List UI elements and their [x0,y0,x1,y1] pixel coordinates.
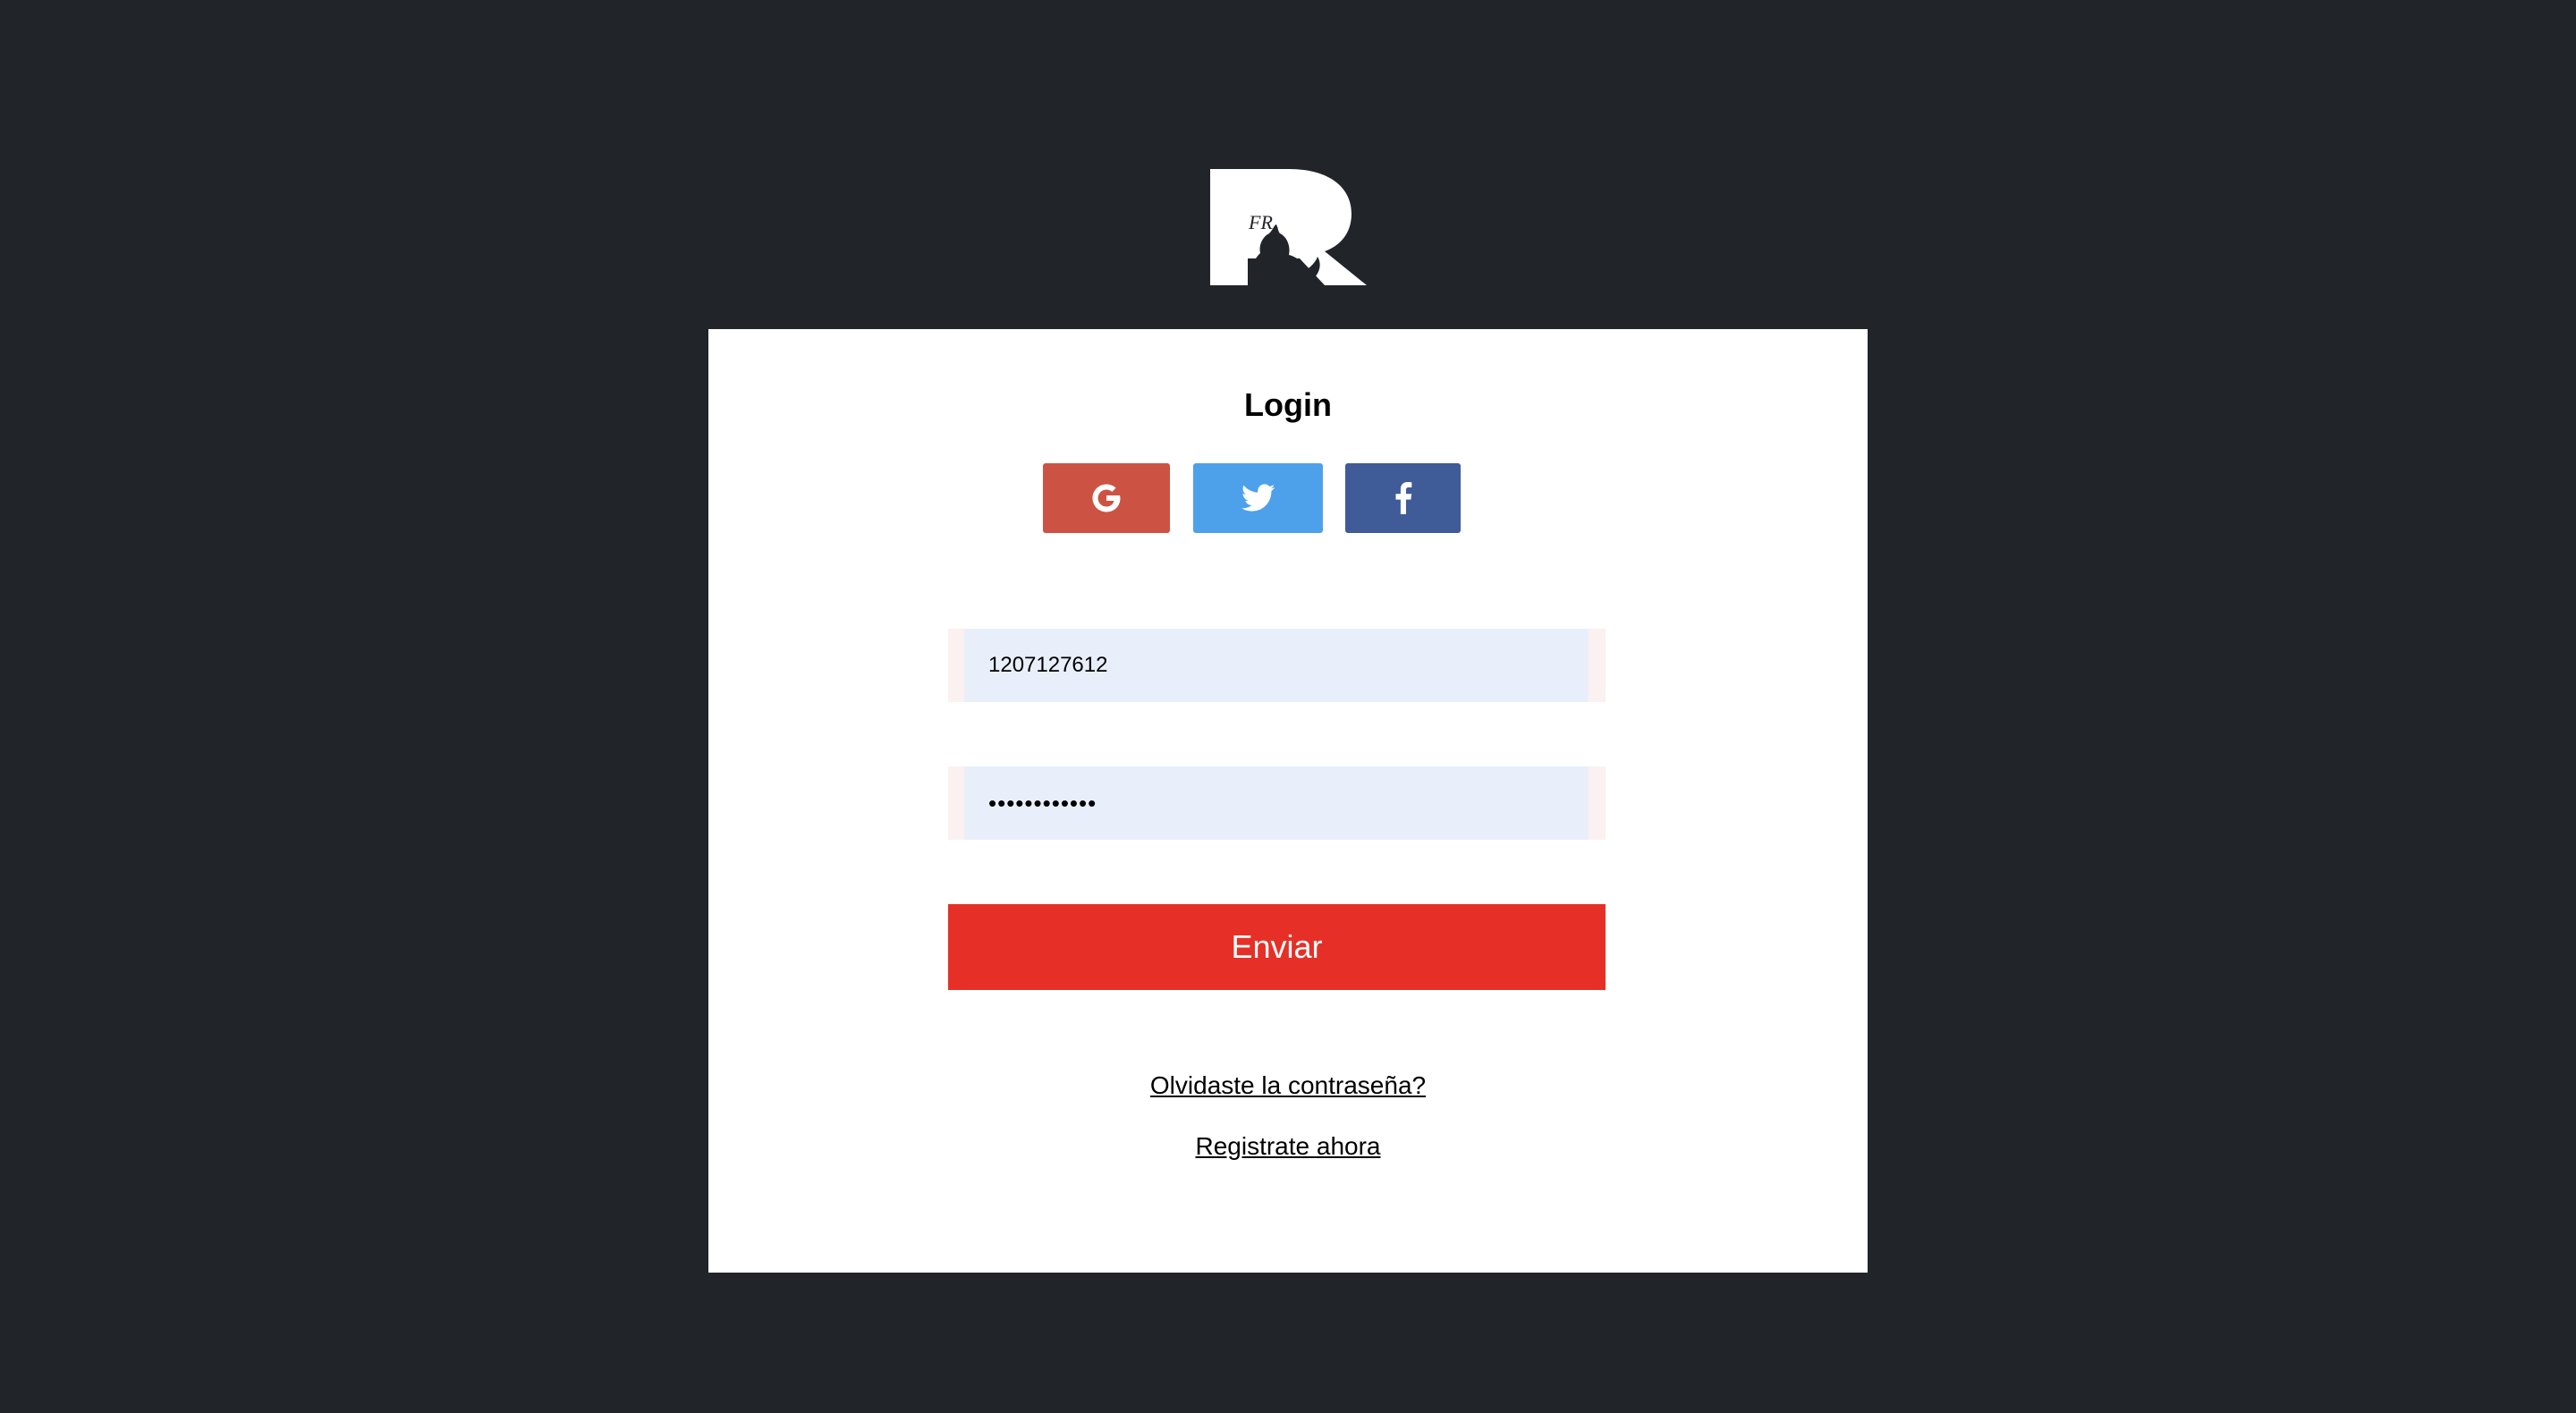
logo-text: FR [1248,211,1273,233]
page-title: Login [1244,386,1332,423]
google-icon [1092,484,1121,512]
password-field-wrapper [948,766,1606,840]
forgot-password-link[interactable]: Olvidaste la contraseña? [708,1068,1868,1104]
password-input[interactable] [964,766,1589,840]
facebook-icon [1394,482,1411,514]
twitter-login-button[interactable] [1193,463,1323,533]
username-field-wrapper [948,629,1606,702]
login-card: Login Enviar Olvidaste la contraseña? Re… [708,329,1868,1273]
twitter-icon [1241,484,1275,512]
logo: FR [1210,169,1369,285]
wolf-r-logo-icon: FR [1210,169,1367,285]
facebook-login-button[interactable] [1345,463,1461,533]
register-link[interactable]: Registrate ahora [708,1129,1868,1164]
google-login-button[interactable] [1043,463,1170,533]
submit-button[interactable]: Enviar [948,904,1606,990]
username-input[interactable] [964,629,1589,702]
